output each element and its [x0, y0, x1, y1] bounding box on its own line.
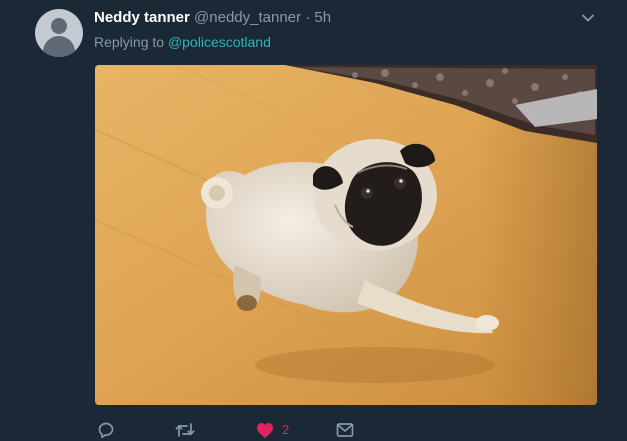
tweet: Neddy tanner @neddy_tanner · 5h Replying… [0, 0, 627, 441]
reply-icon [98, 422, 114, 439]
replying-mention-link[interactable]: @policescotland [168, 34, 271, 50]
like-count: 2 [282, 422, 290, 437]
avatar-head [51, 18, 67, 34]
reply-button[interactable] [97, 420, 115, 440]
author-name[interactable]: Neddy tanner [94, 9, 190, 26]
author-handle[interactable]: @neddy_tanner [194, 9, 301, 26]
avatar[interactable] [35, 9, 83, 57]
retweet-button[interactable] [175, 420, 195, 440]
tweet-header: Neddy tanner @neddy_tanner · 5h [94, 9, 331, 27]
media-video[interactable] [95, 65, 597, 405]
envelope-icon [336, 423, 354, 437]
chevron-down-icon[interactable] [581, 11, 595, 25]
avatar-shoulders [43, 36, 75, 57]
separator-dot: · [305, 9, 311, 26]
retweet-icon [175, 423, 195, 437]
heart-icon [257, 422, 273, 438]
pug-video-frame [95, 65, 597, 405]
timestamp[interactable]: 5h [314, 9, 331, 26]
direct-message-button[interactable] [336, 420, 354, 440]
tweet-actions: 2 [95, 420, 495, 440]
like-button[interactable]: 2 [256, 420, 289, 440]
replying-to: Replying to @policescotland [94, 33, 271, 51]
replying-prefix: Replying to [94, 34, 165, 50]
